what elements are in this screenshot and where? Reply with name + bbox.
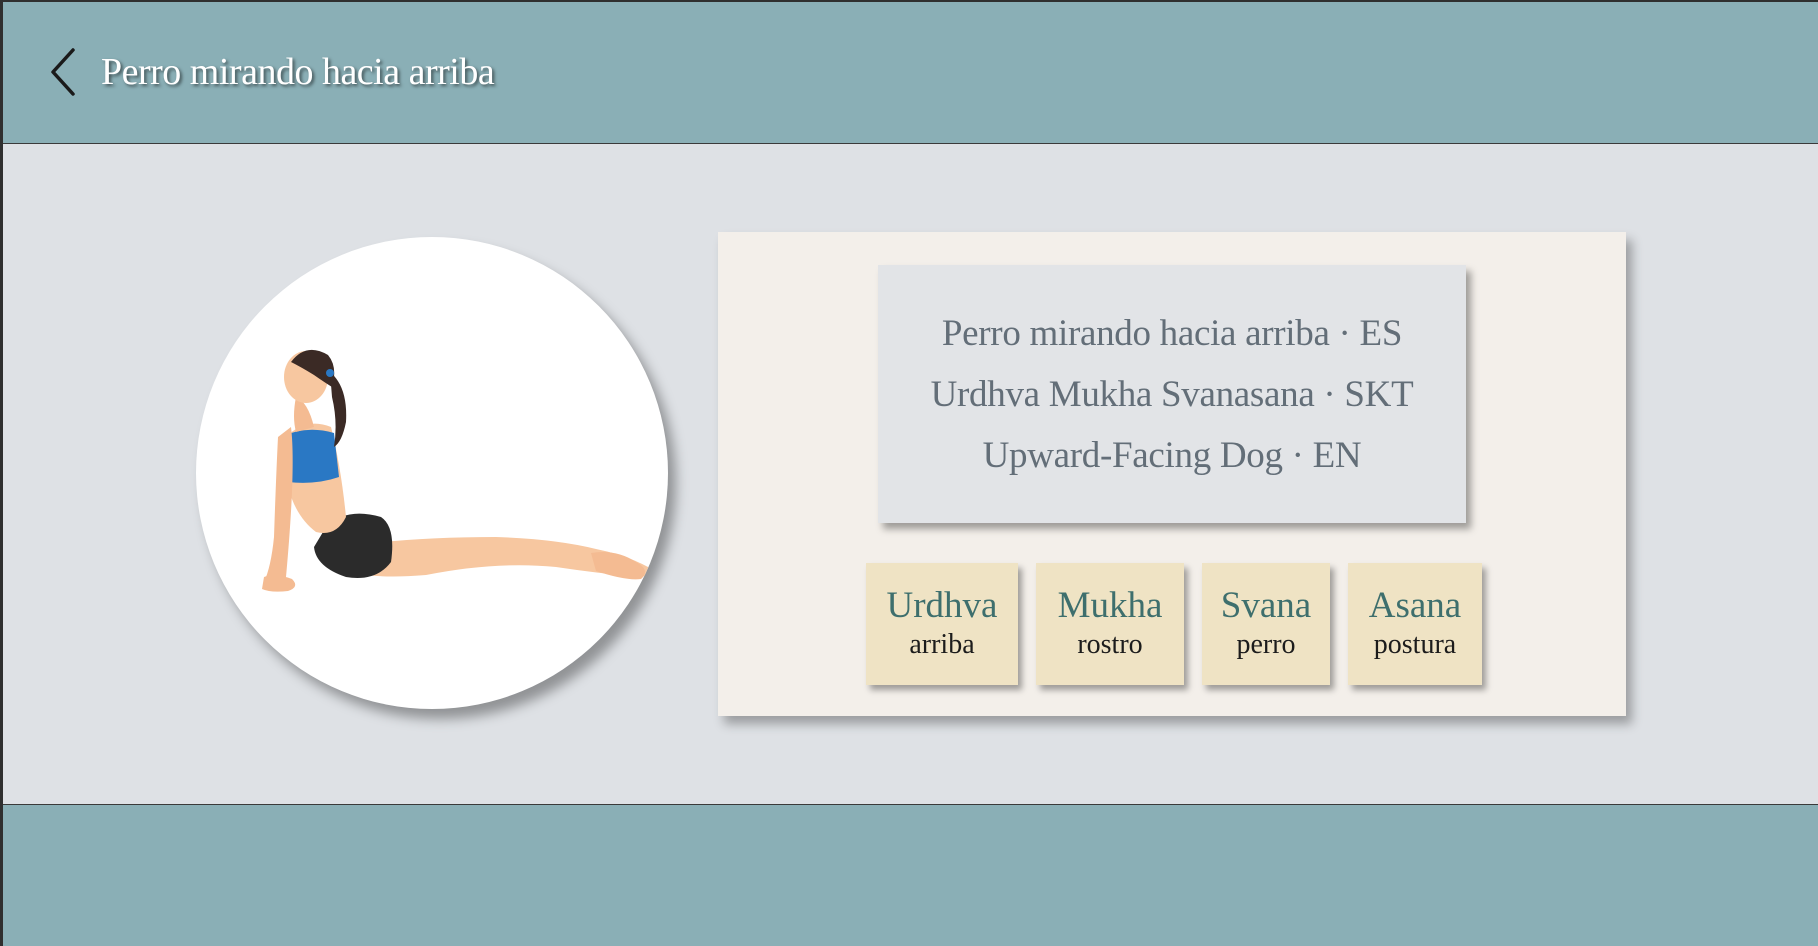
name-english: Upward-Facing Dog · EN [982, 434, 1362, 476]
tile-word: Urdhva [886, 585, 998, 626]
footer-bar [3, 806, 1818, 946]
tile-word: Svana [1220, 585, 1312, 626]
tile-meaning: perro [1236, 629, 1296, 660]
tile-meaning: rostro [1077, 629, 1143, 660]
page-title: Perro mirando hacia arriba [101, 51, 495, 93]
pose-names-panel: Perro mirando hacia arriba · ES Urdhva M… [878, 265, 1466, 523]
word-tile-mukha[interactable]: Mukha rostro [1036, 563, 1184, 685]
yoga-pose-image [262, 349, 649, 592]
pose-illustration [196, 237, 668, 709]
tile-meaning: arriba [909, 629, 975, 660]
tile-meaning: postura [1373, 629, 1457, 660]
chevron-left-icon [51, 48, 75, 96]
header-bar: Perro mirando hacia arriba [3, 2, 1818, 144]
main-content: Perro mirando hacia arriba · ES Urdhva M… [3, 144, 1818, 805]
pose-info-card: Perro mirando hacia arriba · ES Urdhva M… [718, 232, 1626, 716]
tile-word: Asana [1368, 585, 1462, 626]
name-sanskrit: Urdhva Mukha Svanasana · SKT [930, 373, 1414, 415]
word-tile-svana[interactable]: Svana perro [1202, 563, 1330, 685]
name-spanish: Perro mirando hacia arriba · ES [941, 312, 1403, 354]
tile-word: Mukha [1057, 585, 1163, 626]
word-tile-asana[interactable]: Asana postura [1348, 563, 1482, 685]
back-button[interactable] [43, 44, 83, 100]
word-tile-urdhva[interactable]: Urdhva arriba [866, 563, 1018, 685]
word-breakdown: Urdhva arriba Mukha rostro Svana perro A… [866, 563, 1482, 685]
